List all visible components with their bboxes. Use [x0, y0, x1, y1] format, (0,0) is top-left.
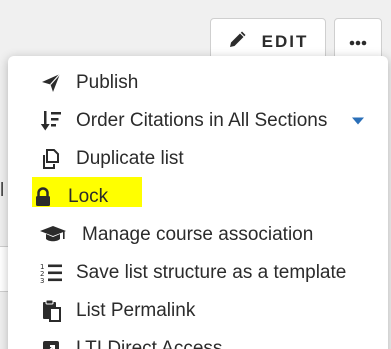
- page: l EDIT Publish Order Citations in All Se…: [0, 0, 391, 349]
- menu-item-order-citations[interactable]: Order Citations in All Sections: [8, 104, 388, 138]
- menu-item-label: Duplicate list: [76, 148, 184, 169]
- graduation-cap-icon: [38, 223, 68, 247]
- menu-item-publish[interactable]: Publish: [8, 66, 388, 100]
- clipboard-icon: [38, 299, 64, 323]
- svg-text:3: 3: [40, 277, 44, 284]
- paper-plane-icon: [38, 71, 64, 95]
- edit-button-label: EDIT: [261, 32, 309, 51]
- pencil-icon: [228, 31, 246, 54]
- menu-item-label: Order Citations in All Sections: [76, 110, 328, 131]
- menu-item-list-permalink[interactable]: List Permalink: [8, 294, 388, 328]
- menu-item-lti-direct-access[interactable]: LTI Direct Access: [8, 332, 388, 349]
- menu-item-duplicate-list[interactable]: Duplicate list: [8, 142, 388, 176]
- menu-item-label: List Permalink: [76, 300, 196, 321]
- lock-icon: [30, 185, 56, 209]
- numbered-list-icon: 1 2 3: [38, 261, 64, 285]
- menu-item-label: LTI Direct Access: [76, 338, 223, 349]
- background-text-fragment: l: [0, 180, 5, 201]
- external-link-icon: [38, 337, 64, 349]
- ellipsis-icon: [349, 33, 367, 51]
- menu-item-label: Manage course association: [82, 224, 314, 245]
- menu-item-lock[interactable]: Lock: [8, 180, 388, 214]
- copy-icon: [38, 147, 64, 171]
- menu-item-label: Publish: [76, 72, 139, 93]
- menu-item-label: Save list structure as a template: [76, 262, 347, 283]
- menu-item-save-template[interactable]: 1 2 3 Save list structure as a template: [8, 256, 388, 290]
- sort-icon: [38, 109, 64, 133]
- menu-item-label: Lock: [68, 186, 109, 207]
- menu-item-manage-course[interactable]: Manage course association: [8, 218, 388, 252]
- options-dropdown-menu: Publish Order Citations in All Sections: [8, 56, 388, 349]
- chevron-down-icon[interactable]: [352, 117, 364, 125]
